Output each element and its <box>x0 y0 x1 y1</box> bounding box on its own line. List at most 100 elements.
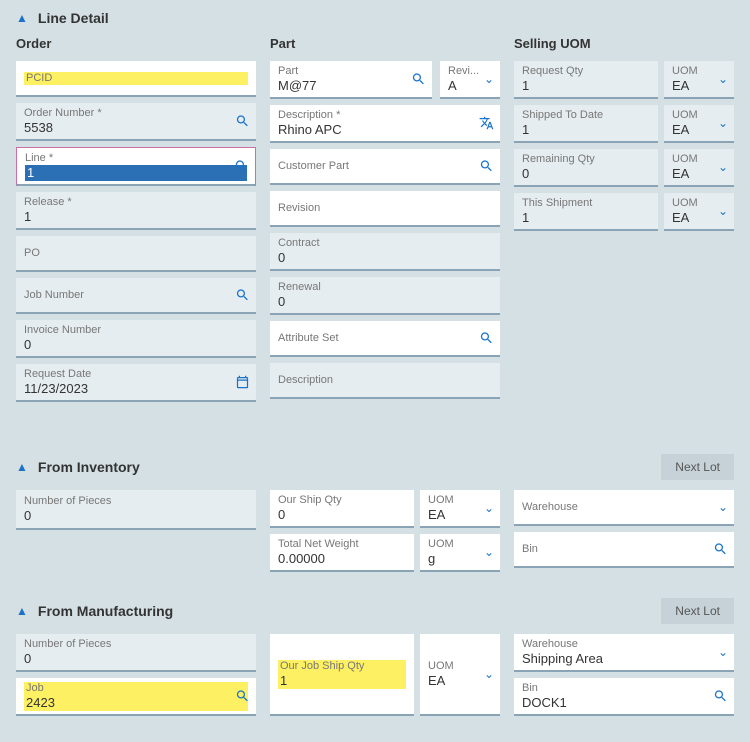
pcid-field[interactable]: PCID <box>16 61 256 97</box>
invoice-number-value: 0 <box>24 337 248 353</box>
our-ship-qty-label: Our Ship Qty <box>278 494 406 507</box>
chevron-down-icon[interactable]: ⌄ <box>718 116 728 130</box>
contract-field[interactable]: Contract 0 <box>270 233 500 271</box>
request-qty-uom-field[interactable]: UOM EA ⌄ <box>664 61 734 99</box>
invoice-number-field[interactable]: Invoice Number 0 <box>16 320 256 358</box>
translate-icon[interactable] <box>479 116 494 131</box>
inv-uom2-field[interactable]: UOM g ⌄ <box>420 534 500 572</box>
search-icon[interactable] <box>235 288 250 303</box>
total-net-weight-field[interactable]: Total Net Weight 0.00000 <box>270 534 414 572</box>
description2-field[interactable]: Description <box>270 363 500 399</box>
next-lot-button[interactable]: Next Lot <box>661 598 734 624</box>
inv-warehouse-label: Warehouse <box>522 501 726 514</box>
part-field[interactable]: Part M@77 <box>270 61 432 99</box>
remaining-qty-field[interactable]: Remaining Qty 0 <box>514 149 658 187</box>
mfg-bin-field[interactable]: Bin DOCK1 <box>514 678 734 716</box>
mfg-warehouse-value: Shipping Area <box>522 651 726 667</box>
mfg-bin-label: Bin <box>522 682 726 695</box>
uom-label: UOM <box>428 538 492 551</box>
search-icon[interactable] <box>235 114 250 129</box>
shipment-uom-field[interactable]: UOM EA ⌄ <box>664 193 734 231</box>
search-icon[interactable] <box>713 689 728 704</box>
our-job-ship-qty-field[interactable]: Our Job Ship Qty 1 <box>270 634 414 716</box>
request-qty-value: 1 <box>522 78 650 94</box>
inv-pieces-field[interactable]: Number of Pieces 0 <box>16 490 256 530</box>
collapse-icon[interactable]: ▲ <box>16 604 28 618</box>
revision-label: Revision <box>278 202 492 215</box>
chevron-down-icon[interactable]: ⌄ <box>484 545 494 559</box>
revision-field[interactable]: Revision <box>270 191 500 227</box>
remaining-uom-field[interactable]: UOM EA ⌄ <box>664 149 734 187</box>
po-field[interactable]: PO <box>16 236 256 272</box>
this-shipment-field[interactable]: This Shipment 1 <box>514 193 658 231</box>
this-shipment-label: This Shipment <box>522 197 650 210</box>
renewal-value: 0 <box>278 294 492 310</box>
chevron-down-icon[interactable]: ⌄ <box>718 645 728 659</box>
release-field[interactable]: Release * 1 <box>16 192 256 230</box>
part-column: Part Part M@77 Revi... A ⌄ Description *… <box>270 36 500 402</box>
mfg-uom-field[interactable]: UOM EA ⌄ <box>420 634 500 716</box>
revi-field[interactable]: Revi... A ⌄ <box>440 61 500 99</box>
mfg-pieces-value: 0 <box>24 651 248 667</box>
next-lot-button[interactable]: Next Lot <box>661 454 734 480</box>
search-icon[interactable] <box>479 159 494 174</box>
description-field[interactable]: Description * Rhino APC <box>270 105 500 143</box>
renewal-field[interactable]: Renewal 0 <box>270 277 500 315</box>
our-ship-qty-field[interactable]: Our Ship Qty 0 <box>270 490 414 528</box>
chevron-down-icon[interactable]: ⌄ <box>718 72 728 86</box>
order-number-value: 5538 <box>24 120 248 136</box>
from-inventory-header: ▲ From Inventory Next Lot <box>0 444 750 490</box>
request-date-field[interactable]: Request Date 11/23/2023 <box>16 364 256 402</box>
chevron-down-icon[interactable]: ⌄ <box>718 500 728 514</box>
inv-bin-label: Bin <box>522 543 726 556</box>
search-icon[interactable] <box>234 159 249 174</box>
description-value: Rhino APC <box>278 122 492 138</box>
line-detail-title: Line Detail <box>38 10 109 26</box>
search-icon[interactable] <box>235 689 250 704</box>
search-icon[interactable] <box>411 72 426 87</box>
shipped-to-date-field[interactable]: Shipped To Date 1 <box>514 105 658 143</box>
customer-part-field[interactable]: Customer Part <box>270 149 500 185</box>
line-field[interactable]: Line * 1 <box>16 147 256 186</box>
calendar-icon[interactable] <box>235 375 250 390</box>
collapse-icon[interactable]: ▲ <box>16 11 28 25</box>
our-ship-qty-value: 0 <box>278 507 406 523</box>
order-number-field[interactable]: Order Number * 5538 <box>16 103 256 141</box>
chevron-down-icon[interactable]: ⌄ <box>718 160 728 174</box>
total-net-weight-label: Total Net Weight <box>278 538 406 551</box>
line-label: Line * <box>25 152 247 165</box>
from-manufacturing-header: ▲ From Manufacturing Next Lot <box>0 588 750 634</box>
order-title: Order <box>16 36 256 51</box>
attribute-set-label: Attribute Set <box>278 332 492 345</box>
collapse-icon[interactable]: ▲ <box>16 460 28 474</box>
part-value: M@77 <box>278 78 424 94</box>
inv-uom1-field[interactable]: UOM EA ⌄ <box>420 490 500 528</box>
our-job-ship-qty-value: 1 <box>278 673 406 689</box>
job-field[interactable]: Job 2423 <box>16 678 256 716</box>
release-value: 1 <box>24 209 248 225</box>
shipped-to-date-label: Shipped To Date <box>522 109 650 122</box>
chevron-down-icon[interactable]: ⌄ <box>484 667 494 681</box>
chevron-down-icon[interactable]: ⌄ <box>484 72 494 86</box>
line-detail-header: ▲ Line Detail <box>0 0 750 36</box>
attribute-set-field[interactable]: Attribute Set <box>270 321 500 357</box>
uom-value: EA <box>428 507 492 523</box>
selling-uom-title: Selling UOM <box>514 36 734 51</box>
mfg-warehouse-field[interactable]: Warehouse Shipping Area ⌄ <box>514 634 734 672</box>
inv-bin-field[interactable]: Bin <box>514 532 734 568</box>
search-icon[interactable] <box>479 331 494 346</box>
search-icon[interactable] <box>713 542 728 557</box>
shipped-uom-field[interactable]: UOM EA ⌄ <box>664 105 734 143</box>
chevron-down-icon[interactable]: ⌄ <box>718 204 728 218</box>
chevron-down-icon[interactable]: ⌄ <box>484 501 494 515</box>
release-label: Release * <box>24 196 248 209</box>
inv-warehouse-field[interactable]: Warehouse ⌄ <box>514 490 734 526</box>
job-number-label: Job Number <box>24 289 248 302</box>
remaining-qty-label: Remaining Qty <box>522 153 650 166</box>
mfg-warehouse-label: Warehouse <box>522 638 726 651</box>
job-number-field[interactable]: Job Number <box>16 278 256 314</box>
mfg-pieces-field[interactable]: Number of Pieces 0 <box>16 634 256 672</box>
request-qty-field[interactable]: Request Qty 1 <box>514 61 658 99</box>
invoice-number-label: Invoice Number <box>24 324 248 337</box>
order-number-label: Order Number * <box>24 107 248 120</box>
